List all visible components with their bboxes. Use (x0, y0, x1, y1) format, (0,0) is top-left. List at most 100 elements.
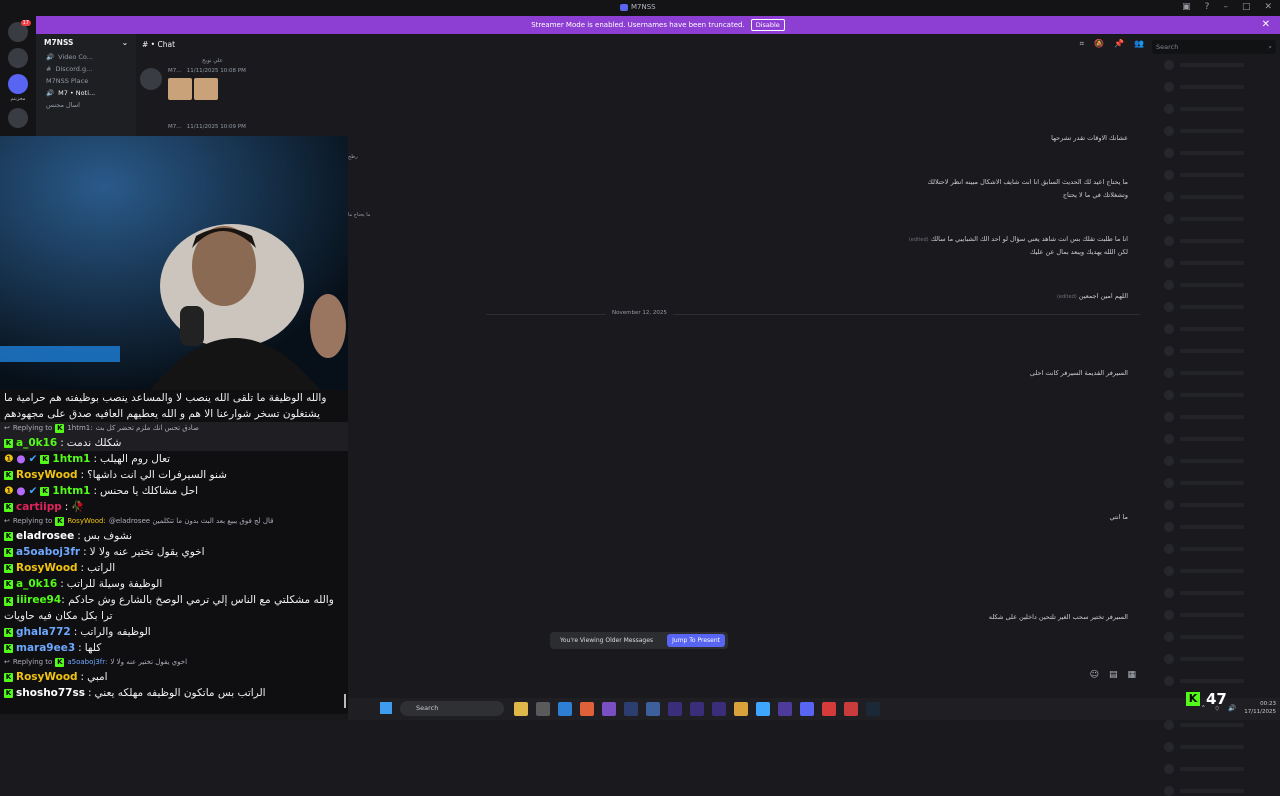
member-row[interactable] (1164, 720, 1280, 730)
member-row[interactable] (1164, 302, 1280, 312)
vscode-icon[interactable] (558, 702, 572, 716)
chat-username[interactable]: iiiree94 (16, 594, 61, 606)
inbox-icon[interactable]: ▣ (1182, 2, 1191, 12)
member-row[interactable] (1164, 456, 1280, 466)
avatar[interactable] (140, 68, 162, 90)
apps-icon[interactable]: ▦ (1127, 670, 1136, 680)
chat-username[interactable]: 1htm1 (52, 451, 90, 467)
after-effects-icon[interactable] (690, 702, 704, 716)
server-icon[interactable] (8, 108, 28, 128)
chat-username[interactable]: RosyWood (16, 560, 78, 576)
members-icon[interactable]: 👥 (1134, 39, 1144, 49)
reply-to-user[interactable]: RosyWood: (67, 515, 106, 528)
channel-item[interactable]: 🔊 M7 • Noti... (36, 87, 136, 99)
member-row[interactable] (1164, 610, 1280, 620)
member-row[interactable] (1164, 742, 1280, 752)
member-row[interactable] (1164, 588, 1280, 598)
chat-username[interactable]: eladrosee (16, 528, 74, 544)
member-row[interactable] (1164, 82, 1280, 92)
member-row[interactable] (1164, 214, 1280, 224)
emoji-icon[interactable]: ☺ (1090, 670, 1099, 680)
app-icon[interactable] (646, 702, 660, 716)
member-row[interactable] (1164, 346, 1280, 356)
premiere-icon[interactable] (778, 702, 792, 716)
maximize-icon[interactable]: □ (1242, 2, 1251, 12)
member-row[interactable] (1164, 368, 1280, 378)
chat-username[interactable]: a5oaboj3fr (16, 544, 80, 560)
chat-username[interactable]: shosho77ss (16, 685, 85, 701)
message-author[interactable]: M7... (168, 68, 182, 74)
taskbar-search[interactable]: Search (400, 701, 504, 716)
mute-icon[interactable]: 🔕 (1094, 39, 1104, 49)
disable-streamer-mode-button[interactable]: Disable (750, 19, 785, 31)
discord-icon[interactable] (800, 702, 814, 716)
message-image[interactable] (194, 78, 218, 100)
channel-item[interactable]: 🔊 Video Co... (36, 51, 136, 63)
reply-to-user[interactable]: a5oaboj3fr: (67, 656, 107, 669)
chat-scrollbar[interactable] (344, 694, 346, 708)
store-icon[interactable] (536, 702, 550, 716)
close-window-icon[interactable]: ✕ (1264, 2, 1272, 12)
minimize-icon[interactable]: – (1223, 2, 1228, 12)
message-image[interactable] (168, 78, 192, 100)
member-row[interactable] (1164, 676, 1280, 686)
system-clock[interactable]: 00:23 17/11/2025 (1244, 700, 1276, 716)
server-icon[interactable] (8, 48, 28, 68)
member-row[interactable] (1164, 258, 1280, 268)
media-encoder-icon[interactable] (712, 702, 726, 716)
member-row[interactable] (1164, 522, 1280, 532)
member-row[interactable] (1164, 390, 1280, 400)
member-row[interactable] (1164, 654, 1280, 664)
file-explorer-icon[interactable] (514, 702, 528, 716)
channel-item[interactable]: اسال مجنس (36, 99, 136, 111)
photoshop-icon[interactable] (624, 702, 638, 716)
jump-to-present-button[interactable]: Jump To Present (667, 634, 725, 647)
member-row[interactable] (1164, 632, 1280, 642)
gift-icon[interactable]: ▤ (1109, 670, 1118, 680)
app-icon[interactable] (756, 702, 770, 716)
category-item[interactable]: M7NSS Place (36, 75, 136, 87)
volume-icon[interactable]: 🔊 (1228, 704, 1236, 712)
pin-icon[interactable]: 📌 (1114, 39, 1124, 49)
visual-studio-icon[interactable] (602, 702, 616, 716)
member-row[interactable] (1164, 104, 1280, 114)
windows-start-icon[interactable] (380, 702, 392, 714)
chat-username[interactable]: cartiipp (16, 499, 62, 515)
help-icon[interactable]: ? (1205, 2, 1210, 12)
member-row[interactable] (1164, 500, 1280, 510)
steam-icon[interactable] (866, 702, 880, 716)
member-row[interactable] (1164, 434, 1280, 444)
reply-to-user[interactable]: 1htm1: (67, 422, 92, 435)
search-input[interactable]: Search ⌕ (1152, 40, 1276, 54)
message-author[interactable]: M7... (168, 124, 182, 130)
opera-icon[interactable] (822, 702, 836, 716)
member-row[interactable] (1164, 192, 1280, 202)
channel-item[interactable]: # Discord.g... (36, 63, 136, 75)
member-row[interactable] (1164, 412, 1280, 422)
close-banner-icon[interactable]: ✕ (1262, 19, 1270, 30)
member-row[interactable] (1164, 170, 1280, 180)
member-row[interactable] (1164, 544, 1280, 554)
member-row[interactable] (1164, 280, 1280, 290)
app-icon[interactable] (734, 702, 748, 716)
server-icon-active[interactable] (8, 74, 28, 94)
chat-username[interactable]: a_0k16 (16, 576, 57, 592)
member-row[interactable] (1164, 478, 1280, 488)
app-icon[interactable] (844, 702, 858, 716)
message-composer[interactable]: ☺ ▤ ▦ (350, 666, 1140, 686)
chat-username[interactable]: RosyWood (16, 669, 78, 685)
server-header[interactable]: M7NSS ⌄ (36, 34, 136, 51)
member-row[interactable] (1164, 60, 1280, 70)
member-row[interactable] (1164, 236, 1280, 246)
chat-username[interactable]: mara9ee3 (16, 640, 75, 656)
audition-icon[interactable] (668, 702, 682, 716)
server-icon[interactable]: 17 (8, 20, 31, 42)
chat-username[interactable]: RosyWood (16, 467, 78, 483)
member-row[interactable] (1164, 148, 1280, 158)
member-row[interactable] (1164, 126, 1280, 136)
brave-icon[interactable] (580, 702, 594, 716)
member-row[interactable] (1164, 786, 1280, 796)
threads-icon[interactable]: ⌗ (1080, 39, 1085, 49)
member-row[interactable] (1164, 566, 1280, 576)
member-row[interactable] (1164, 764, 1280, 774)
